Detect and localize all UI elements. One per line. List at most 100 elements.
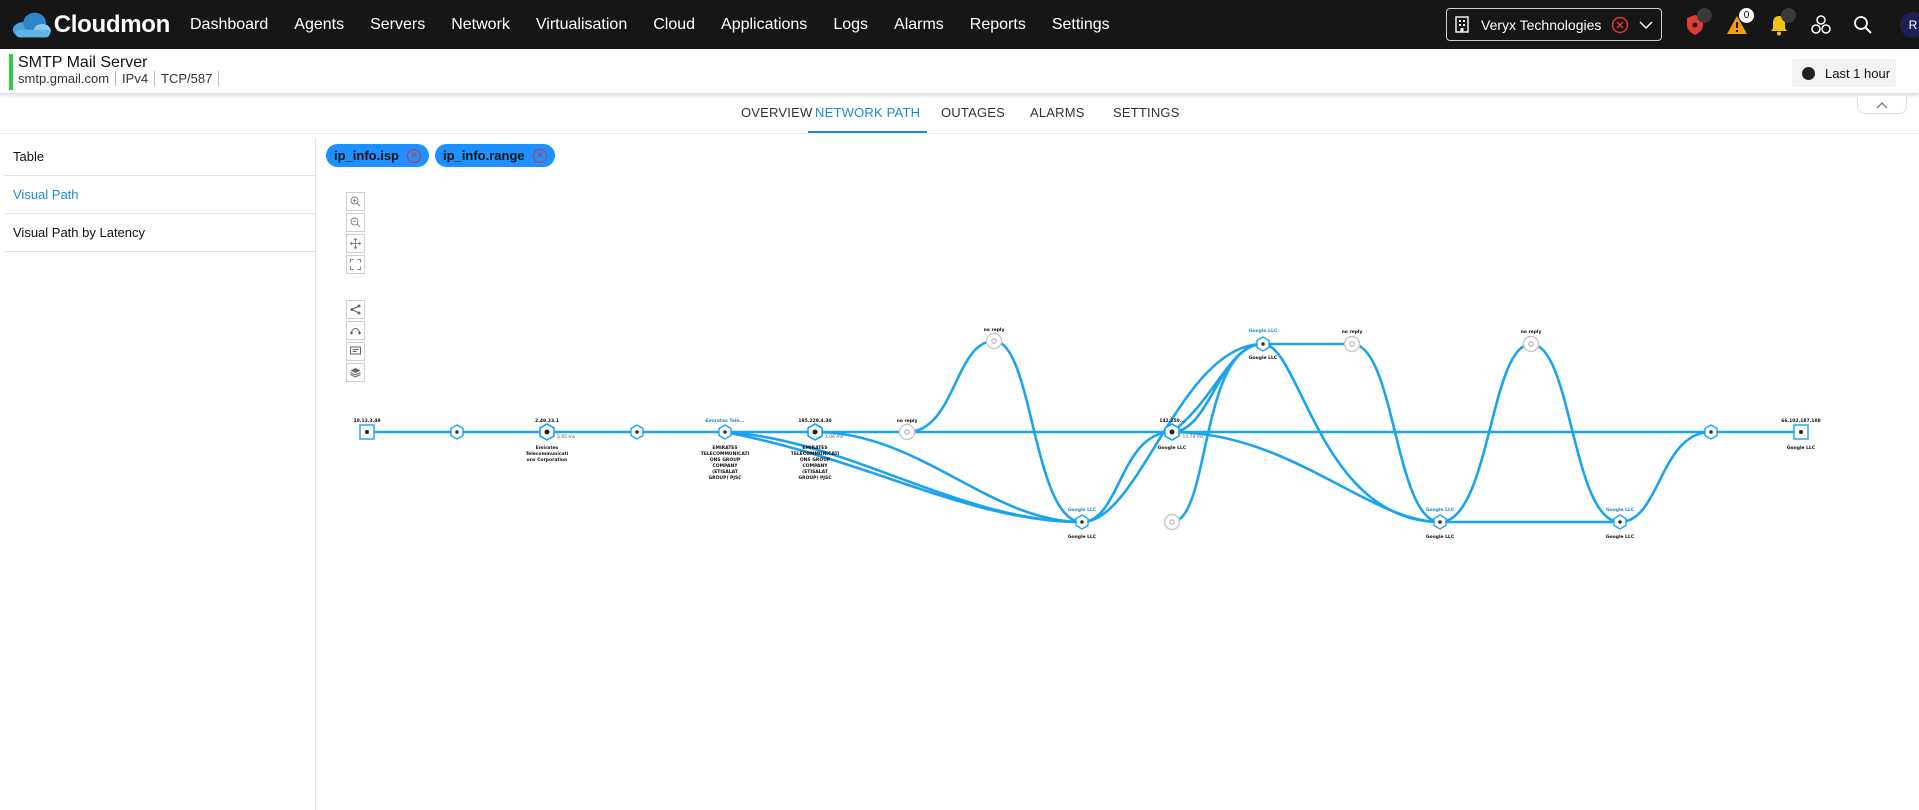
no-reply-node[interactable] — [898, 423, 916, 441]
node-isp-label: Google LLC — [1606, 534, 1635, 540]
no-reply-label: no reply — [1342, 329, 1363, 335]
node-isp-label: TELECOMMUNICATI — [701, 451, 750, 457]
latency-label: 1.06 ms — [825, 434, 844, 440]
node-isp-label: COMPANY — [803, 463, 829, 469]
monitor-name: SMTP Mail Server — [18, 54, 148, 71]
hop-node[interactable] — [718, 424, 732, 440]
sidebar-item-visual-path-latency[interactable]: Visual Path by Latency — [4, 214, 315, 252]
search-icon — [1854, 16, 1872, 34]
node-isp-label: Google LLC — [1426, 534, 1455, 540]
security-alerts-button[interactable] — [1680, 8, 1712, 40]
warnings-button[interactable]: 0 — [1722, 8, 1754, 40]
nav-virtualisation[interactable]: Virtualisation — [536, 16, 627, 34]
warnings-count: 0 — [1739, 8, 1754, 23]
search-button[interactable] — [1848, 10, 1878, 40]
tab-settings[interactable]: SETTINGS — [1113, 105, 1180, 133]
hop-node[interactable] — [539, 423, 555, 441]
nav-settings[interactable]: Settings — [1052, 16, 1110, 34]
monitor-details: smtp.gmail.com IPv4 TCP/587 — [18, 71, 225, 86]
hop-node[interactable] — [1433, 514, 1447, 530]
destination-isp-label: Google LLC — [1787, 445, 1816, 451]
integrations-button[interactable] — [1806, 10, 1836, 40]
hop-node[interactable] — [1613, 514, 1627, 530]
no-reply-node[interactable] — [1343, 335, 1361, 353]
node-isp-label: TELECOMMUNICATI — [791, 451, 840, 457]
user-avatar[interactable]: R — [1900, 12, 1919, 38]
tab-alarms[interactable]: ALARMS — [1030, 105, 1085, 133]
network-path-graph[interactable]: 10.13.3.49 2.49.23.1 Emirates Telecommun… — [316, 180, 1919, 810]
hop-node[interactable] — [450, 424, 464, 440]
remove-filter-icon[interactable]: ✕ — [407, 148, 421, 163]
node-isp-label: Google LLC — [1249, 355, 1278, 361]
collapse-header-button[interactable] — [1857, 96, 1907, 114]
tab-bar: OVERVIEW NETWORK PATH OUTAGES ALARMS SET… — [0, 96, 1919, 134]
nav-applications[interactable]: Applications — [721, 16, 807, 34]
time-range-label: Last 1 hour — [1825, 65, 1891, 81]
no-reply-node[interactable] — [1522, 335, 1540, 353]
organization-name: Veryx Technologies — [1481, 16, 1602, 33]
node-isp-label: Google LLC — [1068, 507, 1097, 513]
time-range-button[interactable]: Last 1 hour — [1792, 59, 1896, 87]
top-navigation-bar: Cloudmon Dashboard Agents Servers Networ… — [0, 0, 1919, 49]
node-ip-label: 195.229.4.30 — [798, 418, 831, 424]
nav-network[interactable]: Network — [451, 16, 510, 34]
top-icon-group: 0 R — [1680, 8, 1919, 40]
monitor-host: smtp.gmail.com — [18, 71, 117, 86]
building-icon — [1455, 16, 1469, 33]
remove-filter-icon[interactable]: ✕ — [532, 148, 547, 163]
tab-network-path[interactable]: NETWORK PATH — [808, 105, 928, 133]
filter-chip-label: ip_info.range — [443, 148, 525, 163]
nav-alarms[interactable]: Alarms — [894, 16, 944, 34]
hop-node[interactable] — [1164, 423, 1180, 441]
edge — [1171, 430, 1441, 524]
node-isp-label: Emirates Tele... — [705, 418, 745, 424]
node-isp-label: Emirates — [536, 445, 559, 451]
node-isp-label: Google LLC — [1426, 507, 1455, 513]
no-reply-label: no reply — [984, 327, 1005, 333]
node-isp-label: ONS GROUP — [800, 457, 831, 463]
app-logo[interactable]: Cloudmon — [10, 10, 170, 40]
node-ip-label: 10.13.3.49 — [353, 418, 380, 424]
no-reply-node[interactable] — [985, 332, 1003, 350]
notifications-button[interactable] — [1764, 8, 1796, 40]
node-isp-label: ons Corporation — [527, 457, 568, 463]
nav-agents[interactable]: Agents — [294, 16, 344, 34]
clear-icon[interactable] — [1611, 16, 1629, 34]
sidebar-item-visual-path[interactable]: Visual Path — [4, 176, 315, 214]
hop-node[interactable] — [1704, 424, 1718, 440]
monitor-header: SMTP Mail Server smtp.gmail.com IPv4 TCP… — [0, 49, 1919, 94]
nav-logs[interactable]: Logs — [833, 16, 868, 34]
sidebar-item-table[interactable]: Table — [4, 138, 315, 176]
nav-servers[interactable]: Servers — [370, 16, 425, 34]
node-isp-label: ONS GROUP — [710, 457, 741, 463]
node-isp-label: Google LLC — [1606, 507, 1635, 513]
filter-chip-label: ip_info.isp — [334, 148, 399, 163]
filter-chips: ip_info.isp ✕ ip_info.range ✕ — [326, 144, 561, 167]
path-edges — [367, 339, 1801, 524]
nav-reports[interactable]: Reports — [970, 16, 1026, 34]
nav-cloud[interactable]: Cloud — [653, 16, 695, 34]
node-isp-label: GROUP) PJSC — [798, 475, 832, 481]
node-isp-label: COMPANY — [713, 463, 739, 469]
node-ip-label: 2.49.23.1 — [535, 418, 559, 424]
latency-label: 15.79 ms — [1182, 434, 1204, 440]
hop-node[interactable] — [1075, 514, 1089, 530]
latency-label: 3.95 ms — [557, 434, 576, 440]
tab-overview[interactable]: OVERVIEW — [741, 105, 812, 133]
chevron-down-icon[interactable] — [1639, 20, 1653, 30]
organization-select[interactable]: Veryx Technologies — [1446, 8, 1662, 41]
filter-chip-isp[interactable]: ip_info.isp ✕ — [326, 144, 429, 167]
monitor-port: TCP/587 — [161, 71, 220, 86]
filter-chip-range[interactable]: ip_info.range ✕ — [435, 144, 555, 167]
hop-node[interactable] — [630, 424, 644, 440]
tab-outages[interactable]: OUTAGES — [941, 105, 1005, 133]
hop-node[interactable] — [807, 423, 823, 441]
node-isp-label: (ETISALAT — [802, 469, 829, 475]
hop-node[interactable] — [1256, 336, 1270, 352]
chevron-up-icon — [1876, 101, 1888, 108]
node-isp-label: GROUP) PJSC — [708, 475, 742, 481]
nav-dashboard[interactable]: Dashboard — [190, 16, 268, 34]
view-sidebar: Table Visual Path Visual Path by Latency — [4, 138, 316, 810]
no-reply-node[interactable] — [1163, 513, 1181, 531]
node-isp-label: Google LLC — [1068, 534, 1097, 540]
